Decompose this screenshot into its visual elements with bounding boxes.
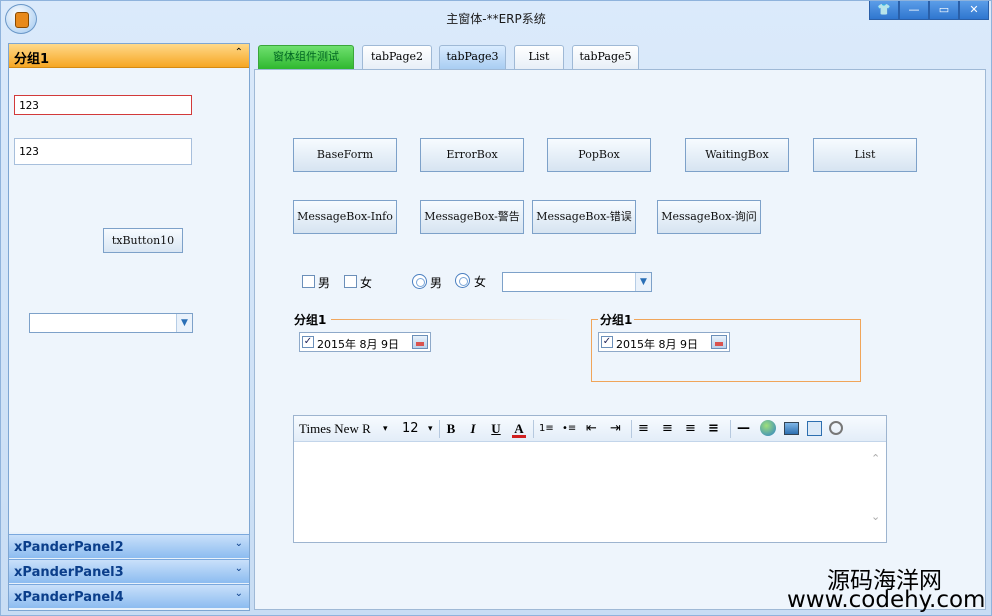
title-bar: 主窗体-**ERP系统 👕 — ▭ ✕: [1, 1, 991, 35]
text-input-2[interactable]: 123: [14, 138, 192, 165]
radio-male[interactable]: [412, 274, 427, 289]
group1-body: 123 123 txButton10 ▼: [9, 68, 249, 532]
image-icon[interactable]: [784, 422, 799, 435]
indent-icon[interactable]: ⇥: [610, 420, 621, 438]
rich-text-editor: Times New R ▾ 12 ▾ B I U A 1≡ •≡ ⇤ ⇥ ≡ ≡…: [293, 415, 887, 543]
italic-icon[interactable]: I: [466, 420, 480, 438]
chevron-down-icon[interactable]: ▼: [635, 273, 651, 291]
align-right-icon[interactable]: ≡: [685, 420, 696, 438]
date-checkbox-icon[interactable]: ✓: [601, 336, 613, 348]
xpander-panel-3[interactable]: xPanderPanel3 ⌄: [9, 559, 249, 583]
maximize-button[interactable]: ▭: [929, 1, 959, 20]
messagebox-info-button[interactable]: MessageBox-Info: [293, 200, 397, 234]
date-picker-1[interactable]: ✓ 2015年 8月 9日: [299, 332, 431, 352]
checkbox-male[interactable]: [302, 275, 315, 288]
font-size-select[interactable]: 12: [402, 420, 419, 438]
main-window: 主窗体-**ERP系统 👕 — ▭ ✕ 分组1 ⌃ 123 123 txButt…: [0, 0, 992, 616]
skin-button[interactable]: 👕: [869, 1, 899, 20]
group1-header[interactable]: 分组1 ⌃: [9, 44, 249, 68]
left-expander-panel: 分组1 ⌃ 123 123 txButton10 ▼ xPanderPanel2…: [8, 43, 250, 611]
font-color-icon[interactable]: A: [512, 420, 526, 438]
messagebox-error-button[interactable]: MessageBox-错误: [532, 200, 636, 234]
outdent-icon[interactable]: ⇤: [586, 420, 597, 438]
collapse-icon[interactable]: ⌃: [235, 47, 243, 58]
tab-form-components[interactable]: 窗体组件测试: [258, 45, 354, 69]
horizontal-rule-icon[interactable]: —: [737, 420, 750, 438]
tab-page3[interactable]: tabPage3: [439, 45, 506, 69]
waitingbox-button[interactable]: WaitingBox: [685, 138, 789, 172]
font-name-select[interactable]: Times New R: [299, 420, 371, 438]
baseform-button[interactable]: BaseForm: [293, 138, 397, 172]
radio-female-label: 女: [474, 275, 487, 289]
expand-icon: ⌄: [234, 563, 243, 574]
checkbox-female-label: 女: [360, 276, 373, 290]
watermark-url: www.codehy.com: [787, 587, 986, 613]
close-button[interactable]: ✕: [959, 1, 989, 20]
tab-page2[interactable]: tabPage2: [362, 45, 432, 69]
txbutton10[interactable]: txButton10: [103, 228, 183, 253]
popbox-button[interactable]: PopBox: [547, 138, 651, 172]
numbered-list-icon[interactable]: 1≡: [539, 420, 554, 438]
size-dropdown-icon[interactable]: ▾: [428, 420, 433, 438]
errorbox-button[interactable]: ErrorBox: [420, 138, 524, 172]
bullet-list-icon[interactable]: •≡: [562, 420, 576, 438]
tab-list[interactable]: List: [514, 45, 564, 69]
editor-scrollbar[interactable]: ⌃ ⌄: [868, 442, 886, 542]
link-icon[interactable]: [760, 420, 776, 436]
align-left-icon[interactable]: ≡: [638, 420, 649, 438]
group1-title: 分组1: [14, 52, 50, 67]
messagebox-warning-button[interactable]: MessageBox-警告: [420, 200, 524, 234]
expand-icon: ⌄: [234, 538, 243, 549]
xpander-panel-2[interactable]: xPanderPanel2 ⌄: [9, 534, 249, 558]
checkbox-male-label: 男: [318, 276, 331, 290]
scroll-down-icon[interactable]: ⌄: [871, 510, 880, 523]
left-combobox[interactable]: ▼: [29, 313, 193, 333]
messagebox-question-button[interactable]: MessageBox-询问: [657, 200, 761, 234]
list-button[interactable]: List: [813, 138, 917, 172]
text-input-1[interactable]: 123: [14, 95, 192, 115]
radio-female[interactable]: [455, 273, 470, 288]
group1-label: 分组1: [294, 313, 327, 327]
main-combobox[interactable]: ▼: [502, 272, 652, 292]
checkbox-female[interactable]: [344, 275, 357, 288]
tab-page5[interactable]: tabPage5: [572, 45, 639, 69]
search-icon[interactable]: [829, 421, 843, 435]
font-dropdown-icon[interactable]: ▾: [383, 420, 388, 438]
xpander-panel-4[interactable]: xPanderPanel4 ⌄: [9, 584, 249, 608]
date-picker-2[interactable]: ✓ 2015年 8月 9日: [598, 332, 730, 352]
window-title: 主窗体-**ERP系统: [446, 12, 546, 26]
group1-divider: [331, 319, 571, 320]
align-center-icon[interactable]: ≡: [662, 420, 673, 438]
justify-icon[interactable]: ≡: [708, 420, 719, 438]
group2-label: 分组1: [598, 311, 635, 328]
editor-toolbar: Times New R ▾ 12 ▾ B I U A 1≡ •≡ ⇤ ⇥ ≡ ≡…: [294, 416, 886, 442]
scroll-up-icon[interactable]: ⌃: [871, 452, 880, 465]
calendar-icon[interactable]: [412, 335, 428, 349]
underline-icon[interactable]: U: [489, 420, 503, 438]
bold-icon[interactable]: B: [444, 420, 458, 438]
date-checkbox-icon[interactable]: ✓: [302, 336, 314, 348]
insert-icon[interactable]: [807, 421, 822, 436]
calendar-icon[interactable]: [711, 335, 727, 349]
chevron-down-icon[interactable]: ▼: [176, 314, 192, 332]
expand-icon: ⌄: [234, 588, 243, 599]
minimize-button[interactable]: —: [899, 1, 929, 20]
radio-male-label: 男: [430, 276, 443, 290]
